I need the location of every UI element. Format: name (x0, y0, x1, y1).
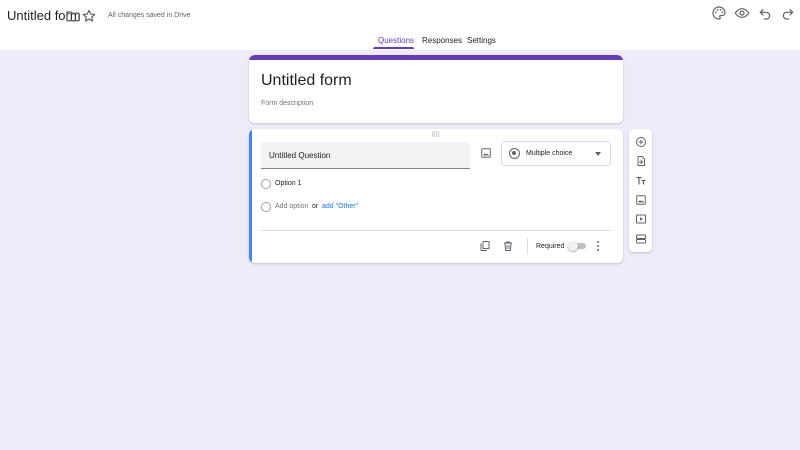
add-question-icon[interactable] (633, 134, 648, 149)
add-image-icon[interactable] (633, 192, 648, 207)
chevron-down-icon (595, 152, 601, 156)
active-tab-indicator (373, 47, 414, 49)
question-title-field[interactable]: Untitled Question (261, 142, 470, 169)
footer-separator (527, 238, 528, 254)
question-card: ⠿⠿ Untitled Question Multiple choice Opt… (249, 129, 623, 263)
accent-stripe (249, 55, 623, 60)
add-option-button[interactable]: Add option (275, 202, 308, 211)
add-title-icon[interactable] (633, 173, 648, 188)
question-type-label: Multiple choice (526, 150, 573, 157)
form-title[interactable]: Untitled form (261, 72, 352, 90)
redo-icon[interactable] (778, 3, 798, 23)
save-status: All changes saved in Drive (108, 12, 191, 19)
tab-responses[interactable]: Responses (422, 36, 462, 46)
radio-button-icon (509, 148, 520, 159)
palette-icon[interactable] (709, 3, 729, 23)
option-row: Option 1 (261, 177, 461, 191)
drag-handle-icon[interactable]: ⠿⠿ (431, 132, 440, 140)
delete-icon[interactable] (501, 239, 515, 253)
import-questions-icon[interactable] (633, 153, 648, 168)
toggle-thumb (568, 241, 578, 251)
or-label: or (312, 203, 319, 210)
tab-questions[interactable]: Questions (378, 36, 414, 46)
form-description-field[interactable]: Form description (261, 99, 313, 108)
required-label: Required (536, 243, 565, 250)
option-label[interactable]: Option 1 (275, 179, 301, 188)
question-title-text: Untitled Question (269, 151, 331, 160)
required-toggle[interactable] (568, 241, 588, 251)
add-image-icon[interactable] (478, 145, 494, 161)
duplicate-icon[interactable] (478, 239, 492, 253)
top-bar: Untitled form All changes saved in Drive… (0, 0, 800, 50)
radio-button-icon (261, 179, 271, 189)
active-card-indicator (249, 129, 252, 263)
tab-settings[interactable]: Settings (467, 36, 496, 46)
add-option-row: Add option or add "Other" (261, 200, 461, 214)
preview-icon[interactable] (732, 3, 752, 23)
add-video-icon[interactable] (633, 211, 648, 226)
side-toolbar (629, 129, 652, 252)
question-type-dropdown[interactable]: Multiple choice (501, 141, 611, 166)
add-section-icon[interactable] (633, 231, 648, 246)
star-icon[interactable] (79, 6, 99, 26)
card-divider (261, 230, 611, 231)
undo-icon[interactable] (755, 3, 775, 23)
radio-button-icon (261, 202, 271, 212)
add-other-link[interactable]: add "Other" (322, 202, 358, 211)
more-options-icon[interactable] (593, 239, 603, 253)
